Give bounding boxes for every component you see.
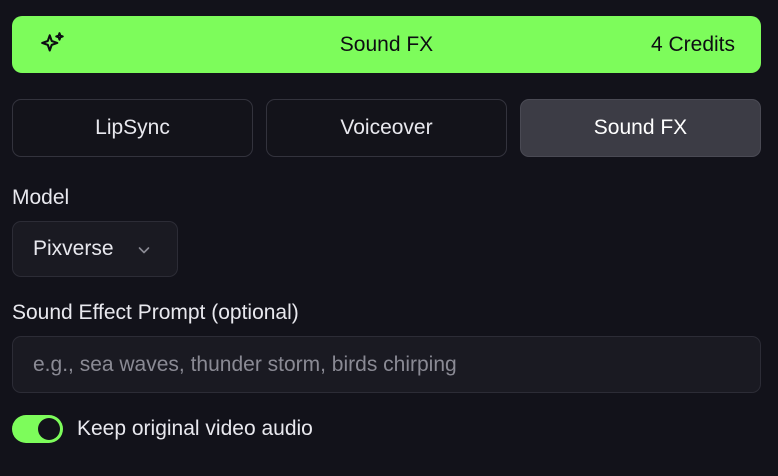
keep-audio-toggle[interactable] bbox=[12, 415, 63, 443]
sound-fx-panel: Sound FX 4 Credits LipSync Voiceover Sou… bbox=[0, 0, 778, 476]
tab-sound-fx[interactable]: Sound FX bbox=[520, 99, 761, 157]
model-label: Model bbox=[12, 186, 70, 209]
model-select[interactable]: Pixverse bbox=[12, 221, 178, 277]
tab-lipsync[interactable]: LipSync bbox=[12, 99, 253, 157]
toggle-knob bbox=[38, 418, 60, 440]
mode-tabs: LipSync Voiceover Sound FX bbox=[12, 99, 761, 157]
credits-cost: 4 Credits bbox=[650, 32, 735, 56]
chevron-down-icon bbox=[138, 247, 150, 254]
prompt-label: Sound Effect Prompt (optional) bbox=[12, 301, 299, 324]
model-selected-value: Pixverse bbox=[33, 237, 114, 260]
tab-voiceover[interactable]: Voiceover bbox=[266, 99, 507, 157]
sparkles-icon bbox=[41, 32, 64, 52]
sound-effect-prompt-input[interactable] bbox=[12, 336, 761, 393]
generate-button-label: Sound FX bbox=[339, 32, 434, 56]
generate-sound-fx-button[interactable]: Sound FX 4 Credits bbox=[12, 16, 761, 73]
keep-audio-label: Keep original video audio bbox=[77, 417, 313, 440]
